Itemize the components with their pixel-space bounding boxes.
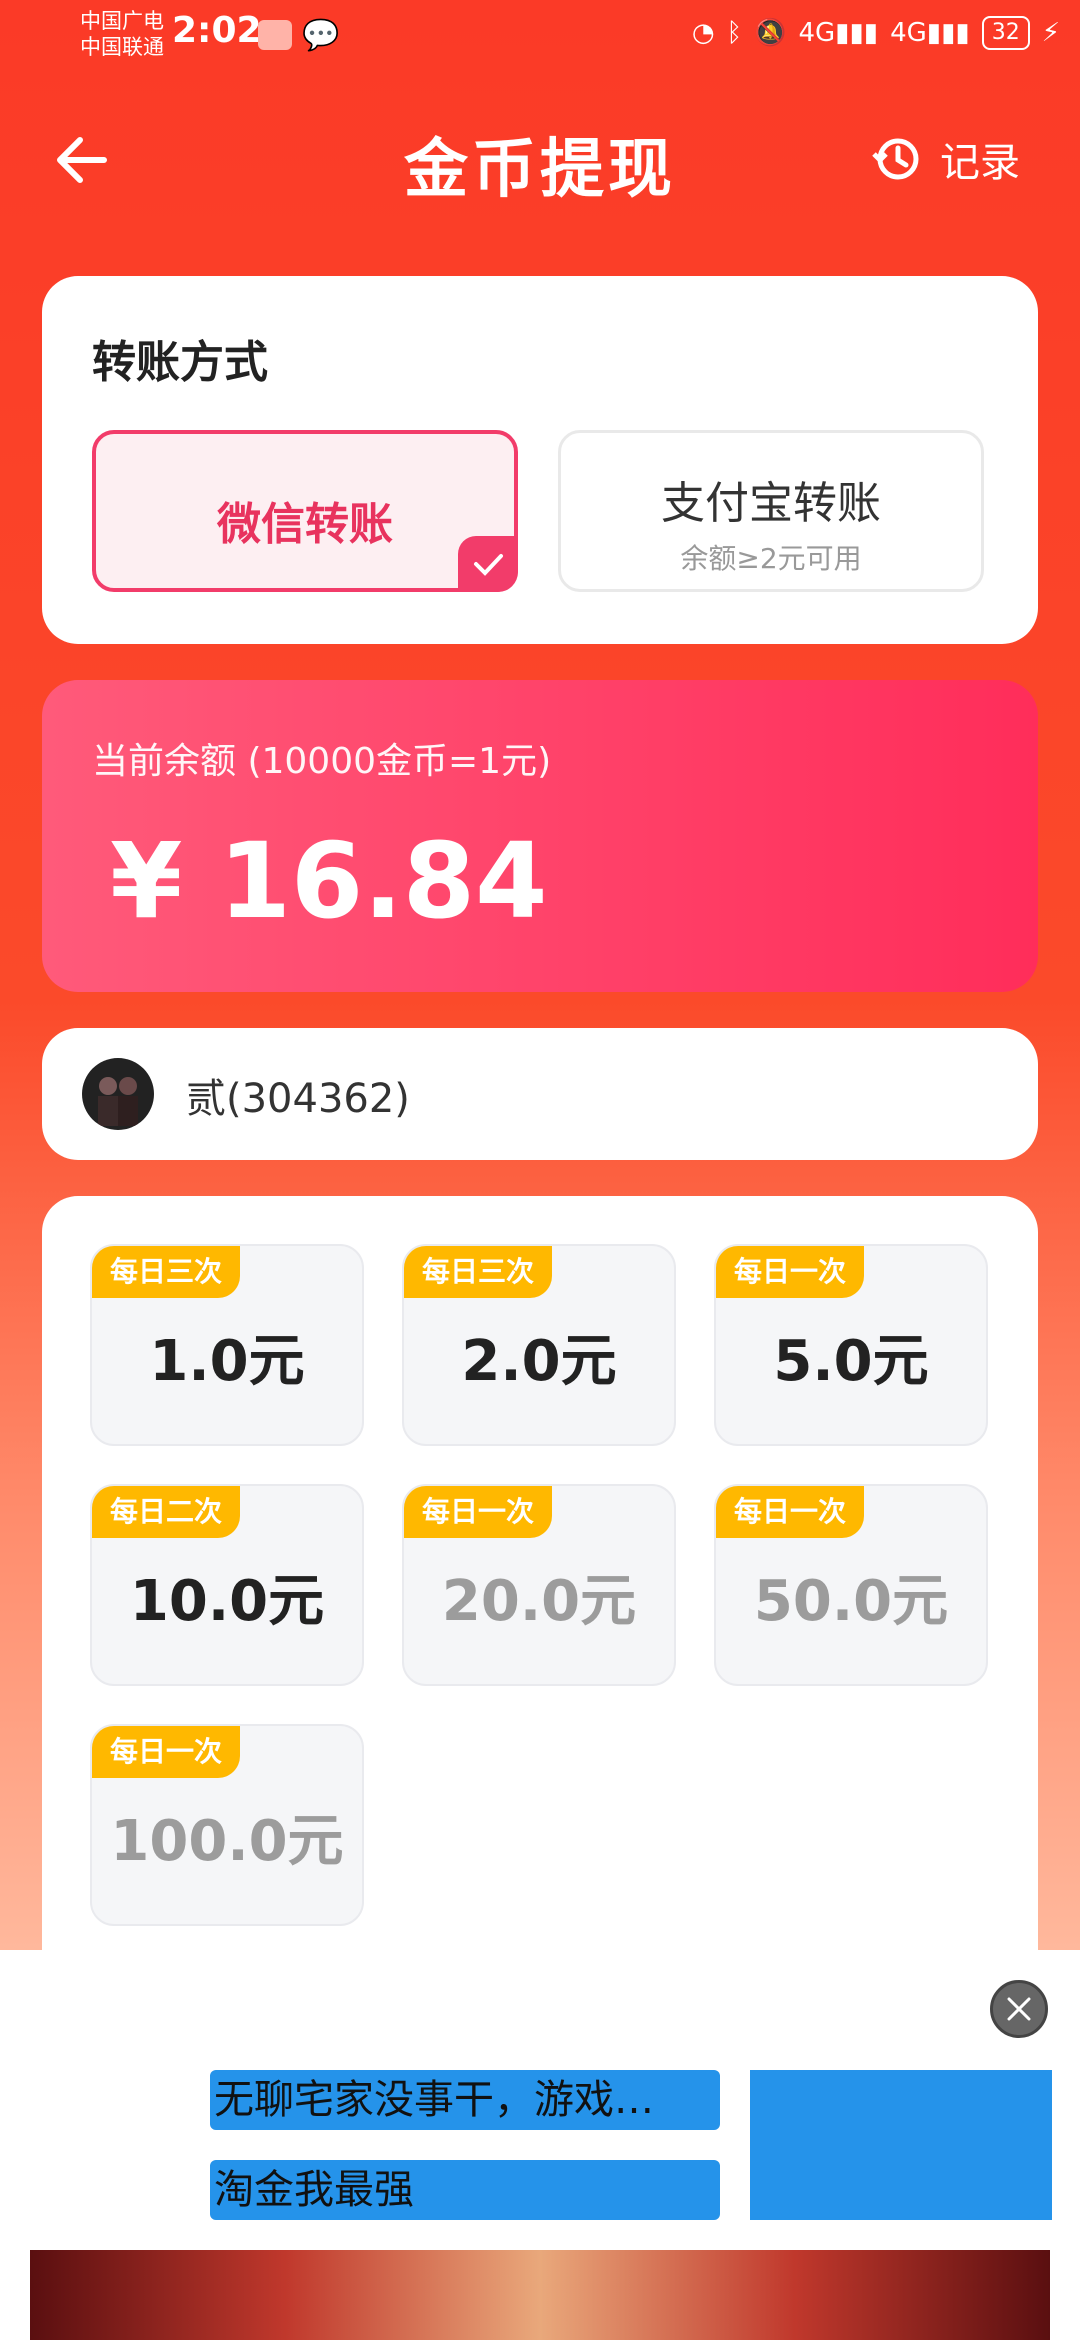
record-label: 记录 [940,140,1020,186]
transfer-method-card: 转账方式 微信转账 支付宝转账 余额≥2元可用 [42,276,1038,644]
amount-option-20[interactable]: 每日一次 20.0元 [402,1484,676,1686]
amount-value: 100.0元 [110,1809,344,1874]
balance-card: 当前余额 (10000金币=1元) ¥ 16.84 [42,680,1038,992]
mute-bell-icon: 🔕 [754,18,787,48]
alipay-transfer-option[interactable]: 支付宝转账 余额≥2元可用 [558,430,984,592]
carrier-1: 中国广电 [80,9,164,33]
charging-icon: ⚡ [1041,18,1060,48]
amount-badge: 每日一次 [716,1246,865,1298]
selected-check-icon [458,536,518,592]
balance-label: 当前余额 (10000金币=1元) [92,741,552,782]
battery-icon: 32 [981,16,1030,50]
ad-subline[interactable]: 淘金我最强 [210,2160,720,2220]
amount-badge: 每日二次 [92,1486,241,1538]
amount-value: 50.0元 [753,1569,949,1634]
status-bar: 中国广电 中国联通 2:02 💬 ◔ ᛒ 🔕 4G▮▮▮ 4G▮▮▮ 32 ⚡ [0,0,1080,80]
carrier-2: 中国联通 [80,35,164,59]
amount-option-2[interactable]: 每日三次 2.0元 [402,1244,676,1446]
ad-banner-image[interactable] [30,2250,1050,2340]
transfer-method-title: 转账方式 [92,337,268,388]
amount-option-10[interactable]: 每日二次 10.0元 [90,1484,364,1686]
amount-badge: 每日一次 [716,1486,865,1538]
carrier-info: 中国广电 中国联通 [80,8,164,60]
signal-icon: 4G▮▮▮ [798,18,879,48]
history-icon [872,138,919,180]
amount-option-1[interactable]: 每日三次 1.0元 [90,1244,364,1446]
bluetooth-icon: ᛒ [726,18,743,48]
amount-value: 5.0元 [773,1329,929,1394]
ad-image[interactable] [750,2070,1052,2220]
amount-badge: 每日三次 [404,1246,553,1298]
alipay-transfer-note: 余额≥2元可用 [680,542,862,575]
balance-amount: ¥ 16.84 [110,820,548,942]
huawei-app-icon [258,20,292,50]
record-button[interactable]: 记录 [872,130,1020,188]
signal-icon-2: 4G▮▮▮ [890,18,970,48]
ad-close-button[interactable] [990,1980,1048,2038]
amount-option-100[interactable]: 每日一次 100.0元 [90,1724,364,1926]
amount-options-card: 每日三次 1.0元 每日三次 2.0元 每日一次 5.0元 每日二次 10.0元… [42,1196,1038,1996]
amount-badge: 每日一次 [92,1726,241,1778]
amount-option-50[interactable]: 每日一次 50.0元 [714,1484,988,1686]
alipay-transfer-label: 支付宝转账 [661,478,881,529]
speed-icon: ◔ [691,18,715,48]
amount-value: 10.0元 [129,1569,325,1634]
user-card: 贰(304362) [42,1028,1038,1160]
amount-value: 1.0元 [149,1329,305,1394]
ad-headline[interactable]: 无聊宅家没事干，游戏… [210,2070,720,2130]
amount-option-5[interactable]: 每日一次 5.0元 [714,1244,988,1446]
wechat-notify-icon: 💬 [302,18,340,53]
close-icon [1007,1997,1031,2021]
avatar [82,1058,154,1130]
user-name: 贰(304362) [186,1076,410,1122]
amount-value: 20.0元 [441,1569,637,1634]
status-icons: ◔ ᛒ 🔕 4G▮▮▮ 4G▮▮▮ 32 ⚡ [692,16,1060,50]
amount-value: 2.0元 [461,1329,617,1394]
amount-badge: 每日三次 [92,1246,241,1298]
status-time: 2:02 [172,10,262,51]
wechat-transfer-option[interactable]: 微信转账 [92,430,518,592]
wechat-transfer-label: 微信转账 [217,499,393,550]
amount-badge: 每日一次 [404,1486,553,1538]
